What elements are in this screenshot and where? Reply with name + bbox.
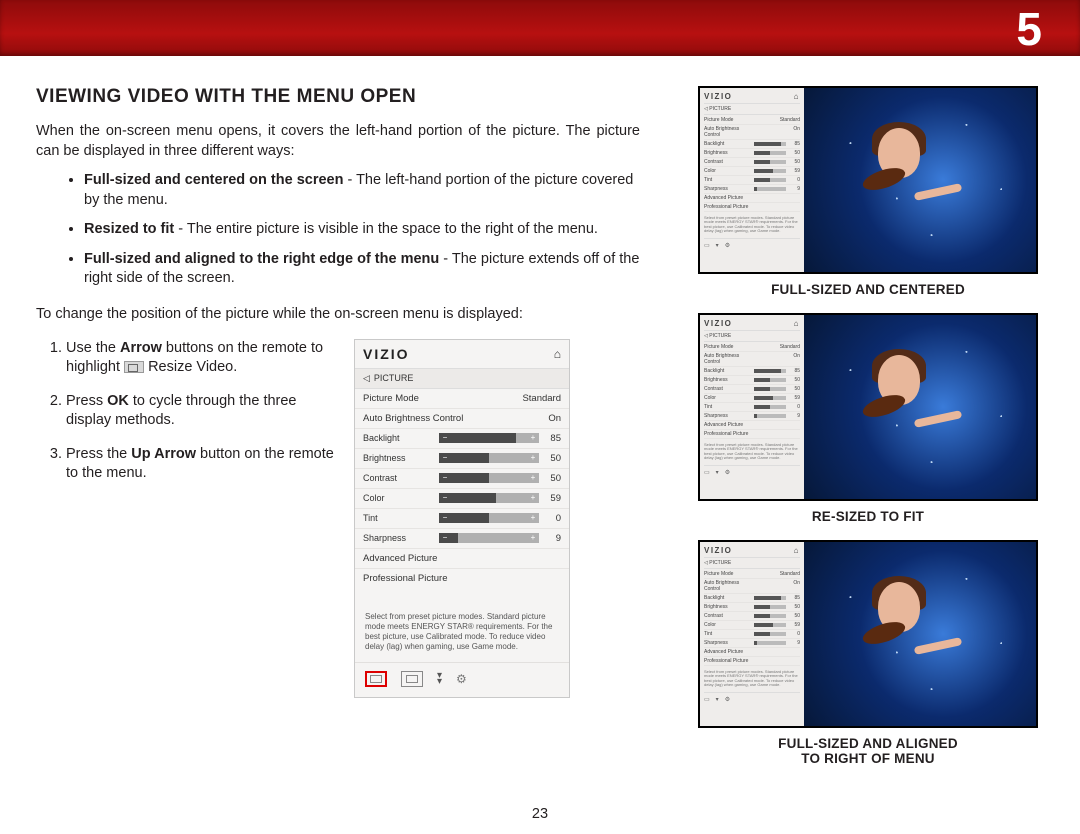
osd-breadcrumb: ◁ PICTURE [355,368,569,389]
row-picture-mode: Picture Mode Standard [355,389,569,409]
bullet-1: Full-sized and centered on the screen - … [84,171,640,210]
caption-resized: RE-SIZED TO FIT [692,509,1044,524]
right-column: VIZIO⌂ ◁ PICTURE Picture ModeStandardAut… [692,86,1044,782]
mini-osd-menu: VIZIO⌂ ◁ PICTURE Picture ModeStandardAut… [700,315,804,499]
row-color: Color −+ 59 [355,489,569,509]
section-heading: VIEWING VIDEO WITH THE MENU OPEN [36,86,640,108]
mini-osd-menu: VIZIO⌂ ◁ PICTURE Picture ModeStandardAut… [700,88,804,272]
row-sharpness: Sharpness −+ 9 [355,529,569,549]
bullet-3: Full-sized and aligned to the right edge… [84,250,640,289]
steps-list: Use the Arrow buttons on the remote to h… [36,339,336,484]
caption-full-centered: FULL-SIZED AND CENTERED [692,282,1044,297]
home-icon: ⌂ [554,347,561,361]
brand-logo: VIZIO [363,346,410,362]
row-brightness: Brightness −+ 50 [355,449,569,469]
chapter-number: 5 [1016,2,1042,56]
wide-mode-icon [401,671,423,687]
step-3: Press the Up Arrow button on the remote … [66,445,336,484]
page-number: 23 [0,806,1080,822]
steps: Use the Arrow buttons on the remote to h… [36,339,336,698]
video-preview [804,315,1036,499]
row-advanced: Advanced Picture [355,549,569,569]
row-tint: Tint −+ 0 [355,509,569,529]
intro-paragraph: When the on-screen menu opens, it covers… [36,122,640,161]
lead-in-paragraph: To change the position of the picture wh… [36,305,640,325]
osd-footer: ▾▾ ⚙ [355,662,569,697]
video-preview [804,542,1036,726]
osd-menu-panel: VIZIO ⌂ ◁ PICTURE Picture Mode Standard … [354,339,570,698]
bullet-list: Full-sized and centered on the screen - … [36,171,640,289]
figure-full-centered: VIZIO⌂ ◁ PICTURE Picture ModeStandardAut… [698,86,1038,274]
gear-icon: ⚙ [456,672,467,686]
bullet-2: Resized to fit - The entire picture is v… [84,220,640,240]
header-bar: 5 [0,0,1080,56]
chevron-stack-icon: ▾▾ [437,673,442,685]
step-2: Press OK to cycle through the three disp… [66,392,336,431]
figure-resized: VIZIO⌂ ◁ PICTURE Picture ModeStandardAut… [698,313,1038,501]
row-auto-brightness: Auto Brightness Control On [355,409,569,429]
figure-aligned: VIZIO⌂ ◁ PICTURE Picture ModeStandardAut… [698,540,1038,728]
row-professional: Professional Picture [355,569,569,588]
resize-video-icon [124,361,144,373]
page-content: VIEWING VIDEO WITH THE MENU OPEN When th… [0,56,1080,792]
caption-aligned: FULL-SIZED AND ALIGNEDTO RIGHT OF MENU [692,736,1044,766]
row-backlight: Backlight −+ 85 [355,429,569,449]
steps-and-menu: Use the Arrow buttons on the remote to h… [36,339,640,698]
left-column: VIEWING VIDEO WITH THE MENU OPEN When th… [36,86,640,782]
back-arrow-icon: ◁ [363,373,370,384]
osd-header: VIZIO ⌂ [355,340,569,368]
osd-help-note: Select from preset picture modes. Standa… [355,588,569,662]
mini-osd-menu: VIZIO⌂ ◁ PICTURE Picture ModeStandardAut… [700,542,804,726]
row-contrast: Contrast −+ 50 [355,469,569,489]
resize-video-icon [365,671,387,687]
step-1: Use the Arrow buttons on the remote to h… [66,339,336,378]
video-preview [804,88,1036,272]
